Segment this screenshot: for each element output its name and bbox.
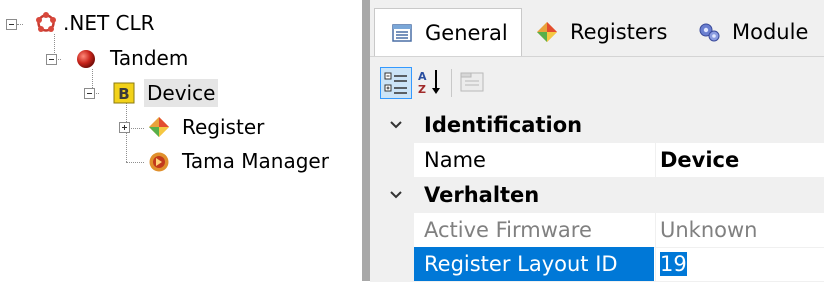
categorized-icon — [384, 72, 407, 94]
categorized-button[interactable] — [380, 67, 412, 99]
svg-text:Z: Z — [418, 83, 426, 96]
property-pages-button[interactable] — [457, 67, 487, 99]
tree-connector — [126, 162, 144, 163]
register-diamond-icon — [149, 117, 169, 137]
category-label: Verhalten — [424, 183, 540, 207]
tree-connector — [17, 24, 23, 25]
property-row-active-firmware[interactable]: Active Firmware Unknown — [370, 213, 824, 248]
alphabetical-button[interactable]: A Z — [416, 67, 446, 99]
property-value[interactable]: 19 — [660, 252, 687, 276]
chevron-down-icon[interactable] — [388, 117, 404, 133]
sort-az-icon: A Z — [418, 70, 440, 96]
property-value[interactable]: Unknown — [655, 213, 824, 247]
tab-general[interactable]: General — [374, 8, 522, 56]
dotnet-ring-icon — [36, 12, 56, 32]
grid-list-icon — [392, 23, 412, 42]
expand-toggle-register[interactable] — [119, 122, 130, 133]
svg-text:B: B — [118, 85, 129, 103]
tree-label-tandem[interactable]: Tandem — [107, 44, 191, 72]
toolbar-separator — [451, 69, 452, 97]
tree-connector — [131, 128, 144, 129]
category-label: Identification — [424, 113, 583, 137]
tab-general-label: General — [425, 20, 508, 45]
chevron-down-icon[interactable] — [388, 187, 404, 203]
tree-label-tama-manager[interactable]: Tama Manager — [179, 147, 332, 175]
property-toolbar: A Z — [370, 56, 824, 107]
property-row-register-layout-id[interactable]: Register Layout ID 19 — [370, 247, 824, 282]
panel-divider[interactable] — [362, 0, 370, 281]
register-diamond-icon — [537, 22, 557, 42]
row-margin — [370, 247, 414, 281]
tab-module[interactable]: Module — [688, 8, 824, 56]
tree-label-dotnet-clr[interactable]: .NET CLR — [60, 9, 158, 37]
gears-icon — [699, 23, 720, 42]
tab-registers[interactable]: Registers — [526, 8, 686, 56]
collapse-toggle-tandem[interactable] — [46, 54, 57, 65]
row-margin — [370, 143, 414, 177]
property-value[interactable]: Device — [655, 143, 824, 177]
property-name: Register Layout ID — [414, 247, 654, 281]
device-b-icon: B — [113, 82, 135, 104]
tree-label-register[interactable]: Register — [179, 113, 267, 141]
collapse-toggle-device[interactable] — [84, 88, 95, 99]
tree-view[interactable]: .NET CLR Tandem B Device Register Tama M… — [0, 0, 362, 281]
property-name: Active Firmware — [424, 218, 592, 242]
property-grid[interactable]: Identification Name Device Verhalten Act… — [370, 107, 824, 282]
tab-module-label: Module — [732, 20, 809, 44]
property-value-field[interactable]: 19 — [655, 247, 824, 281]
svg-text:A: A — [418, 70, 427, 83]
tab-strip: General Registers Module — [370, 8, 824, 56]
property-row-name[interactable]: Name Device — [370, 143, 824, 178]
tree-label-device[interactable]: Device — [144, 79, 219, 107]
red-ball-icon — [77, 50, 95, 68]
tama-manager-icon — [149, 152, 169, 172]
property-pages-icon — [460, 72, 484, 92]
property-name: Name — [424, 148, 486, 172]
collapse-toggle-dotnet-clr[interactable] — [6, 19, 17, 30]
row-margin — [370, 213, 414, 247]
category-identification[interactable]: Identification — [370, 107, 824, 143]
tab-registers-label: Registers — [570, 20, 668, 44]
category-verhalten[interactable]: Verhalten — [370, 177, 824, 213]
